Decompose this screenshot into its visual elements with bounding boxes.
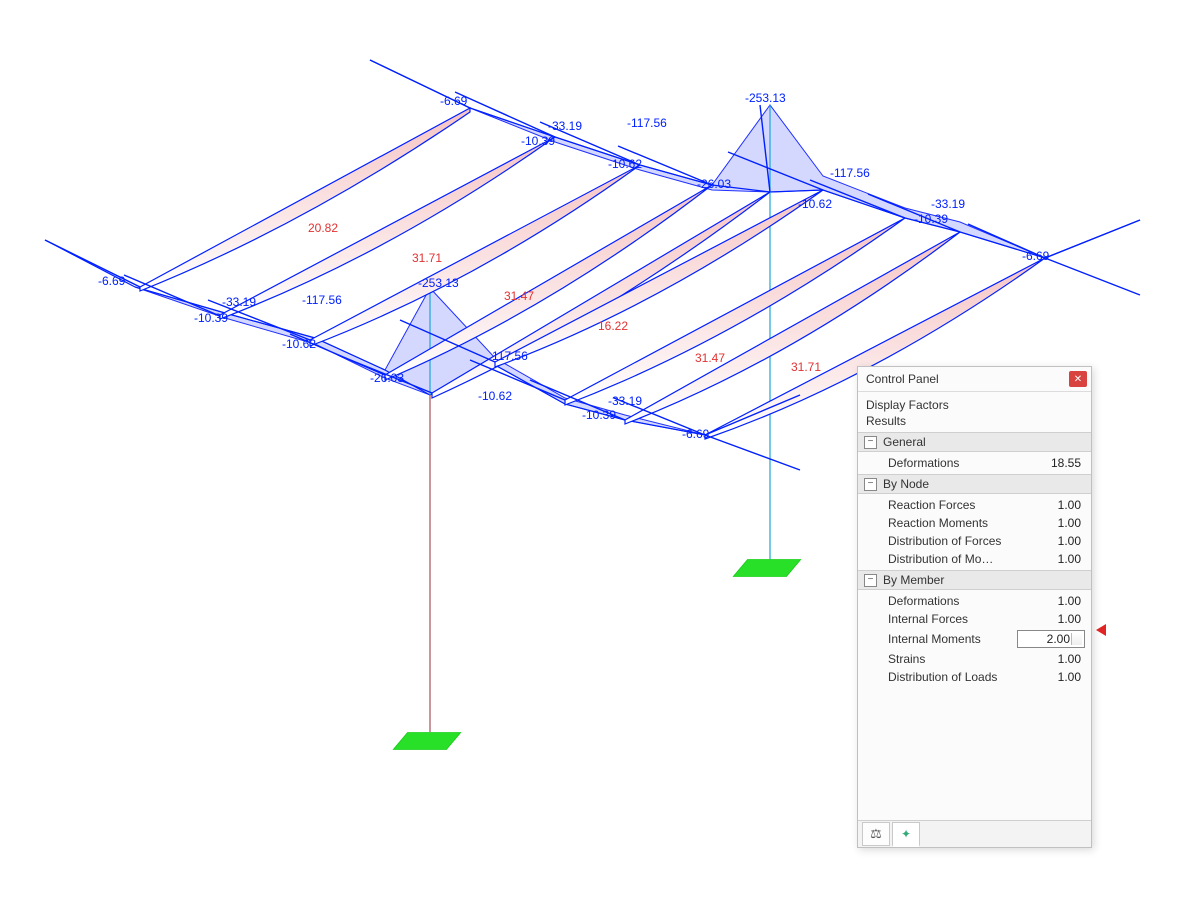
- panel-header[interactable]: Control Panel ✕: [858, 367, 1091, 392]
- factor-value[interactable]: 1.00: [1033, 652, 1085, 666]
- factor-value[interactable]: 1.00: [1033, 552, 1085, 566]
- display-factors-label: Display Factors: [866, 398, 1083, 412]
- factor-row[interactable]: Internal Forces 1.00: [858, 610, 1091, 628]
- group-header-general[interactable]: −General: [858, 432, 1091, 452]
- factor-row[interactable]: Deformations 1.00: [858, 592, 1091, 610]
- group-title: By Member: [883, 573, 944, 587]
- factor-label: Deformations: [888, 456, 959, 470]
- factor-value[interactable]: 1.00: [1033, 516, 1085, 530]
- collapse-toggle-icon[interactable]: −: [864, 436, 877, 449]
- factor-label: Distribution of Loads: [888, 670, 997, 684]
- collapse-toggle-icon[interactable]: −: [864, 574, 877, 587]
- tab-balance[interactable]: ⚖: [862, 822, 890, 846]
- panel-title: Control Panel: [866, 372, 939, 386]
- panel-subheader: Display Factors Results: [858, 392, 1091, 432]
- tab-display-factors[interactable]: ✦: [892, 822, 920, 847]
- factor-label: Distribution of Forces: [888, 534, 1001, 548]
- collapse-toggle-icon[interactable]: −: [864, 478, 877, 491]
- factor-value-spinner[interactable]: 2.00: [1017, 630, 1085, 648]
- group-header-by-node[interactable]: −By Node: [858, 474, 1091, 494]
- balance-icon: ⚖: [870, 826, 882, 842]
- control-panel[interactable]: Control Panel ✕ Display Factors Results …: [857, 366, 1092, 848]
- group-header-by-member[interactable]: −By Member: [858, 570, 1091, 590]
- factor-label: Internal Forces: [888, 612, 968, 626]
- factor-label: Internal Moments: [888, 632, 981, 646]
- factor-value[interactable]: 1.00: [1033, 534, 1085, 548]
- factor-value[interactable]: 1.00: [1033, 670, 1085, 684]
- group-title: By Node: [883, 477, 929, 491]
- group-title: General: [883, 435, 926, 449]
- close-button[interactable]: ✕: [1069, 371, 1087, 387]
- factor-label: Reaction Moments: [888, 516, 988, 530]
- callout-arrow-icon: [1096, 624, 1106, 636]
- factor-label: Distribution of Mo…: [888, 552, 993, 566]
- axes-icon: ✦: [901, 827, 911, 841]
- factor-row[interactable]: Deformations 18.55: [858, 454, 1091, 472]
- factor-row[interactable]: Distribution of Loads 1.00: [858, 668, 1091, 686]
- close-icon: ✕: [1074, 374, 1082, 385]
- factor-value[interactable]: 1.00: [1033, 594, 1085, 608]
- factor-value[interactable]: 1.00: [1033, 498, 1085, 512]
- factor-groups: −GeneralDeformations18.55−By NodeReactio…: [858, 432, 1091, 688]
- factor-label: Strains: [888, 652, 925, 666]
- factor-label: Deformations: [888, 594, 959, 608]
- factor-label: Reaction Forces: [888, 498, 975, 512]
- factor-row[interactable]: Reaction Moments 1.00: [858, 514, 1091, 532]
- factor-row[interactable]: Strains 1.00: [858, 650, 1091, 668]
- factor-row[interactable]: Distribution of Mo… 1.00: [858, 550, 1091, 568]
- viewport-stage[interactable]: -6.69-33.19-10.39-117.56-253.13-10.62-11…: [0, 0, 1200, 900]
- panel-bottom-tabs[interactable]: ⚖ ✦: [858, 820, 1091, 847]
- factor-row[interactable]: Reaction Forces 1.00: [858, 496, 1091, 514]
- factor-row[interactable]: Internal Moments 2.00: [858, 628, 1091, 650]
- factor-value[interactable]: 18.55: [1033, 456, 1085, 470]
- factor-row[interactable]: Distribution of Forces 1.00: [858, 532, 1091, 550]
- results-label: Results: [866, 414, 1083, 428]
- factor-value[interactable]: 1.00: [1033, 612, 1085, 626]
